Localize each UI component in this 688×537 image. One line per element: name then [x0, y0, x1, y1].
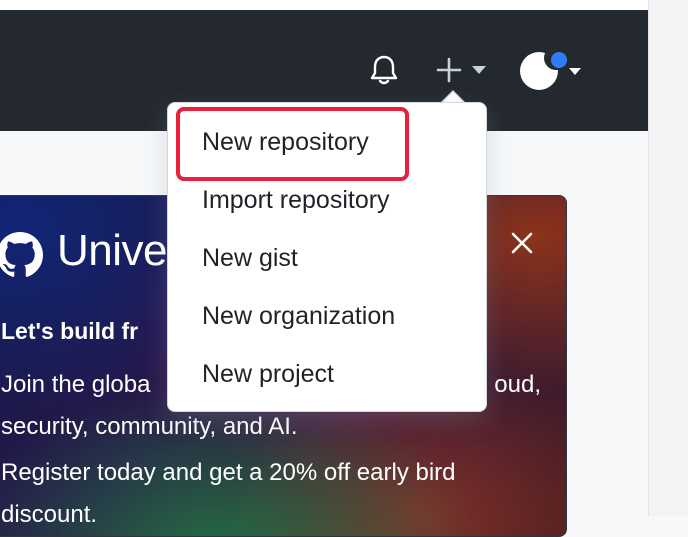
banner-registration-text: Register today and get a 20% off early b… — [1, 459, 456, 528]
banner-heading: Let's build fr — [1, 318, 139, 344]
status-dot — [549, 50, 569, 70]
banner-title: Unive — [57, 226, 168, 275]
octocat-icon — [0, 232, 43, 277]
menu-item-new-organization[interactable]: New organization — [169, 289, 485, 343]
notifications-button[interactable] — [364, 50, 404, 90]
triangle-down-icon — [569, 68, 581, 75]
menu-item-import-repository[interactable]: Import repository — [169, 173, 485, 227]
create-dropdown-menu: New repository Import repository New gis… — [167, 102, 487, 412]
create-new-button[interactable] — [430, 52, 492, 88]
triangle-down-icon — [472, 66, 486, 74]
menu-item-new-repository[interactable]: New repository — [169, 115, 485, 169]
close-icon[interactable] — [509, 230, 535, 256]
menu-item-new-gist[interactable]: New gist — [169, 231, 485, 285]
banner-body-line1-right: oud, — [494, 371, 541, 398]
plus-icon — [436, 57, 462, 83]
right-edge-panel — [648, 0, 688, 516]
bell-icon — [370, 55, 398, 85]
user-menu-button[interactable] — [516, 50, 586, 92]
menu-item-new-project[interactable]: New project — [169, 347, 485, 401]
banner-body-line1-left: Join the globa — [1, 371, 151, 398]
banner-body-line2: security, community, and AI. — [1, 413, 298, 440]
